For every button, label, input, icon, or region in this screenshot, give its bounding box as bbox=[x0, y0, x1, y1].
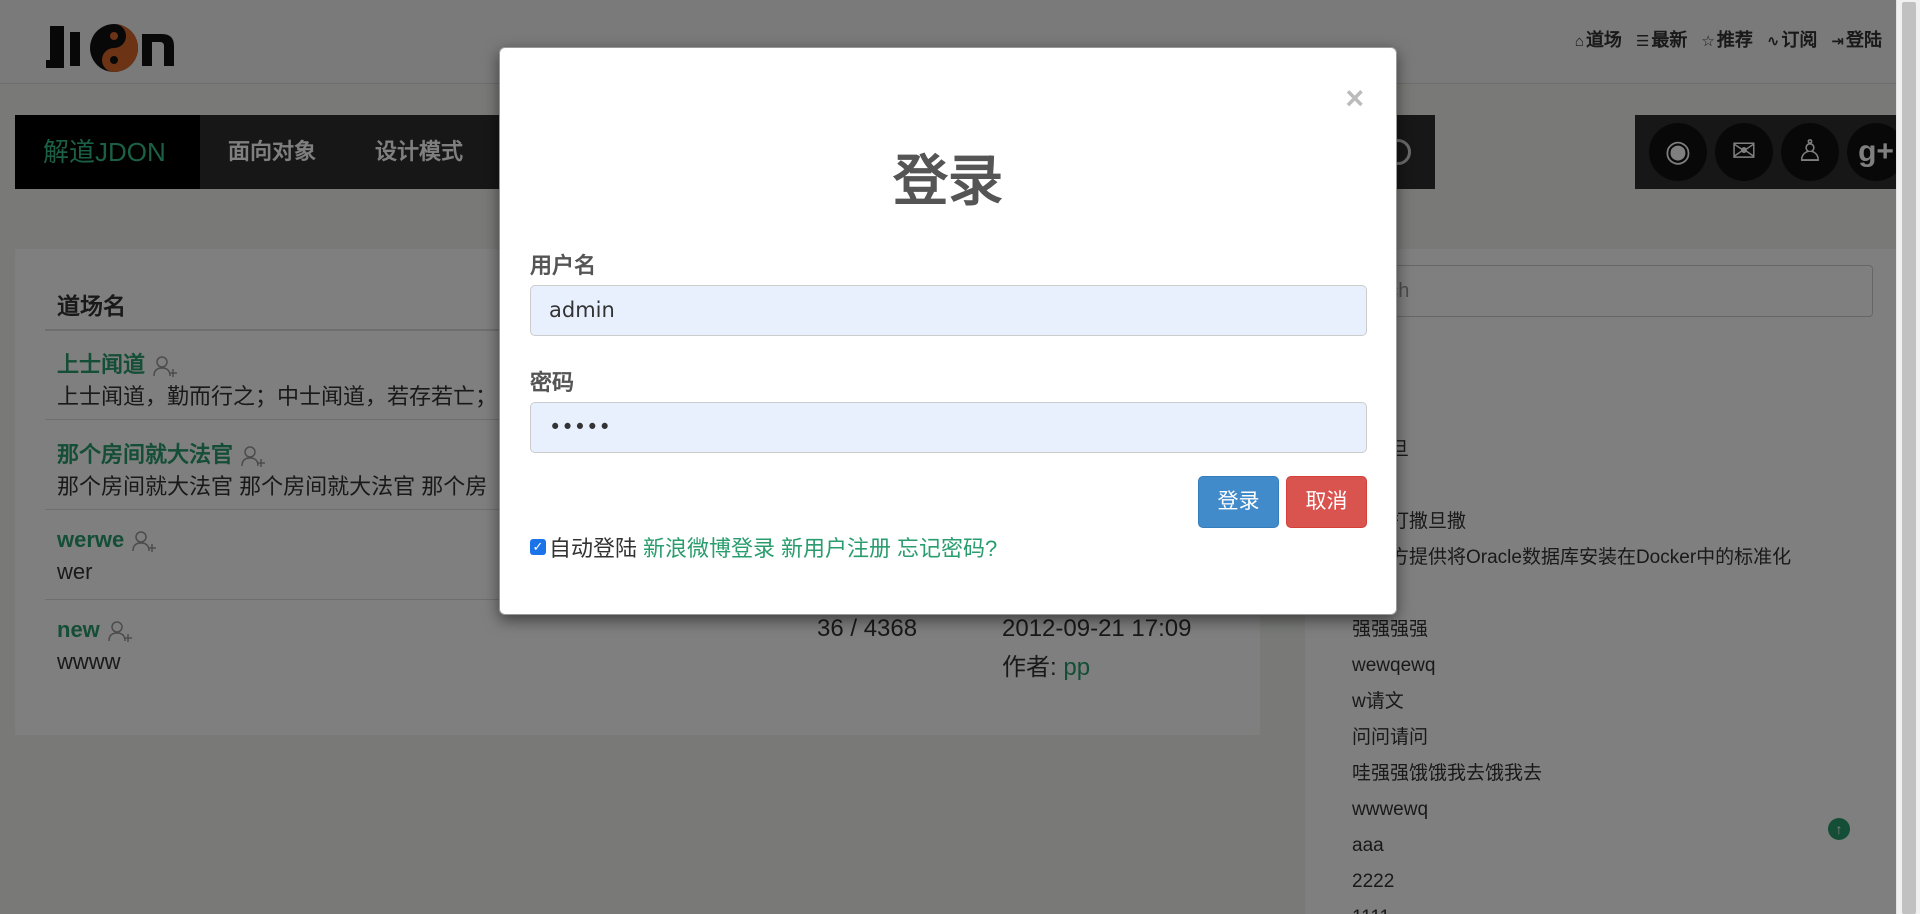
cancel-button[interactable]: 取消 bbox=[1286, 476, 1367, 528]
weibo-login-link[interactable]: 新浪微博登录 bbox=[643, 531, 775, 563]
remember-row: ✓ 自动登陆 新浪微博登录 新用户注册 忘记密码? bbox=[530, 531, 997, 563]
auto-login-label: 自动登陆 bbox=[549, 536, 638, 561]
register-link[interactable]: 新用户注册 bbox=[781, 531, 891, 563]
scrollbar-thumb[interactable] bbox=[1902, 2, 1916, 914]
username-field[interactable]: admin bbox=[530, 285, 1367, 336]
login-button[interactable]: 登录 bbox=[1198, 476, 1279, 528]
modal-title: 登录 bbox=[892, 150, 1003, 212]
auto-login-checkbox[interactable]: ✓ bbox=[530, 539, 546, 555]
page-scrollbar[interactable] bbox=[1896, 0, 1920, 914]
login-modal: × 登录 用户名 admin 密码 ••••• 登录 取消 ✓ 自动登陆 新浪微… bbox=[499, 47, 1397, 615]
close-icon[interactable]: × bbox=[1345, 82, 1364, 114]
password-label: 密码 bbox=[530, 370, 575, 395]
password-field[interactable]: ••••• bbox=[530, 402, 1367, 453]
username-label: 用户名 bbox=[530, 253, 597, 278]
forgot-password-link[interactable]: 忘记密码? bbox=[897, 531, 997, 563]
